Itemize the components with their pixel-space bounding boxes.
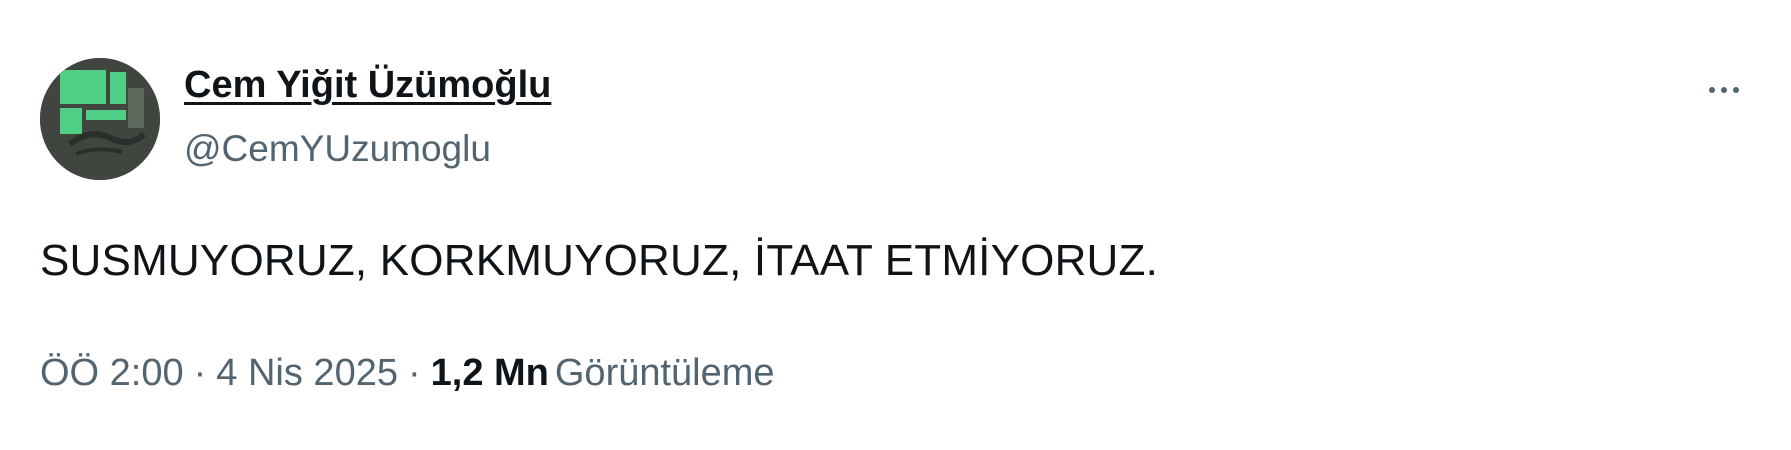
more-options-button[interactable] <box>1696 70 1752 110</box>
tweet-date[interactable]: 4 Nis 2025 <box>216 352 398 394</box>
tweet-time[interactable]: ÖÖ 2:00 <box>40 352 184 394</box>
meta-separator: · <box>407 352 421 394</box>
tweet-metadata: ÖÖ 2:00 · 4 Nis 2025 · 1,2 Mn Görüntüleme <box>40 352 775 395</box>
views-label: Görüntüleme <box>554 352 775 394</box>
tweet-card: Cem Yiğit Üzümoğlu @CemYUzumoglu SUSMUYO… <box>0 0 1791 450</box>
more-horizontal-icon-dot <box>1721 87 1727 93</box>
author-handle[interactable]: @CemYUzumoglu <box>184 128 491 170</box>
more-horizontal-icon <box>1709 87 1715 93</box>
meta-separator: · <box>193 352 207 394</box>
avatar-image <box>40 58 160 180</box>
more-horizontal-icon-dot <box>1733 87 1739 93</box>
views-count: 1,2 Mn <box>430 352 549 394</box>
tweet-text: SUSMUYORUZ, KORKMUYORUZ, İTAAT ETMİYORUZ… <box>40 236 1159 285</box>
avatar[interactable] <box>40 58 160 180</box>
author-name[interactable]: Cem Yiğit Üzümoğlu <box>184 64 551 107</box>
